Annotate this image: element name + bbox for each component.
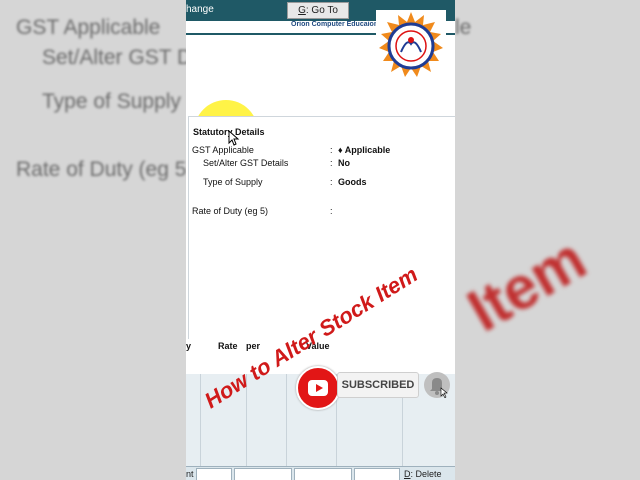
background-left-panel: GST Applicable Set/Alter GST D Type of S…: [0, 0, 186, 480]
bottom-button-bar: nt D: Delete: [186, 466, 455, 480]
set-alter-gst-value[interactable]: No: [338, 158, 350, 168]
column-per: per: [246, 341, 261, 351]
delete-button[interactable]: D: Delete: [404, 469, 442, 479]
type-of-supply-value[interactable]: Goods: [338, 177, 367, 187]
gst-applicable-label: GST Applicable: [192, 145, 254, 155]
grid-divider: [286, 374, 287, 466]
subscribed-button[interactable]: SUBSCRIBED: [337, 372, 419, 398]
colon: :: [330, 145, 333, 155]
grid-divider: [200, 374, 201, 466]
bottom-button[interactable]: [294, 468, 352, 480]
bottom-left-button[interactable]: nt: [186, 469, 194, 479]
colon: :: [330, 158, 333, 168]
background-right-panel: le Item: [455, 0, 640, 480]
colon: :: [330, 206, 333, 216]
bottom-button[interactable]: [234, 468, 292, 480]
bg-set-alter: Set/Alter GST D: [42, 46, 186, 69]
column-rate: Rate: [218, 341, 238, 351]
set-alter-gst-label: Set/Alter GST Details: [203, 158, 289, 168]
bg-gst-applicable: GST Applicable: [16, 16, 161, 39]
bg-type-supply: Type of Supply: [42, 90, 181, 113]
column-quantity: y: [186, 341, 192, 351]
delete-label: Delete: [415, 469, 442, 479]
change-button[interactable]: hange: [186, 4, 214, 15]
bg-right-frag: le: [455, 16, 472, 39]
goto-shortcut-key: G: [298, 5, 306, 16]
bg-rate-duty: Rate of Duty (eg 5: [16, 158, 186, 181]
rate-of-duty-label: Rate of Duty (eg 5): [192, 206, 269, 216]
colon: :: [330, 177, 333, 187]
statutory-details-panel: Statutory Details GST Applicable : ♦ App…: [188, 116, 455, 339]
type-of-supply-label: Type of Supply: [203, 177, 263, 187]
bg-right-item-text: Item: [456, 224, 597, 345]
bottom-button[interactable]: [354, 468, 400, 480]
goto-label: Go To: [311, 5, 338, 16]
delete-shortcut-key: D: [404, 469, 411, 479]
bell-icon[interactable]: [424, 372, 450, 399]
bottom-button[interactable]: [196, 468, 232, 480]
goto-button[interactable]: G: Go To: [287, 2, 349, 19]
mouse-cursor-icon: [228, 130, 240, 146]
gst-applicable-value[interactable]: ♦ Applicable: [338, 145, 390, 155]
org-logo: [376, 10, 446, 86]
youtube-icon: [296, 366, 340, 410]
